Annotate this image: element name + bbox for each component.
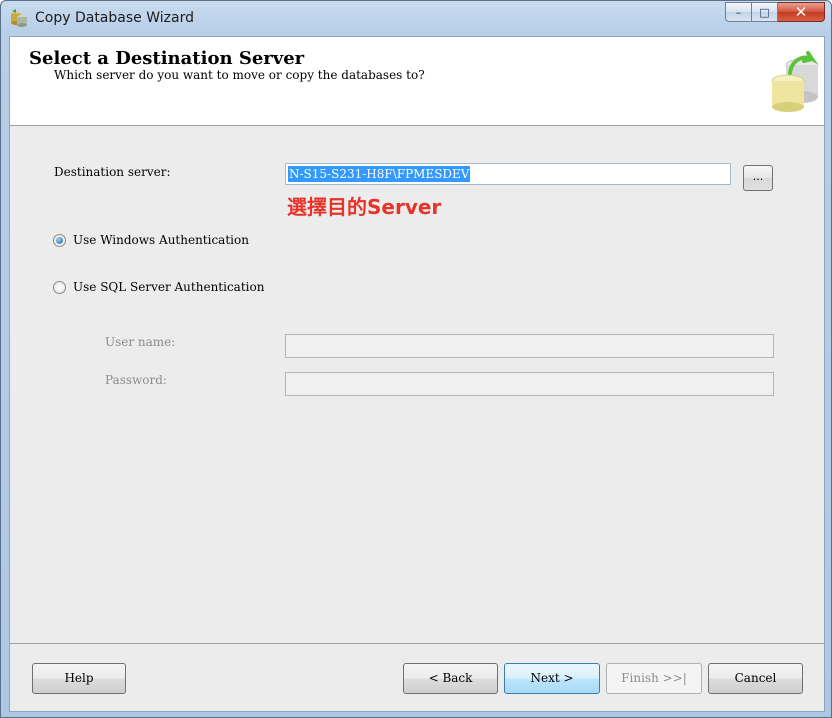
maximize-button[interactable]: □ <box>752 2 778 22</box>
finish-button[interactable]: Finish >>| <box>606 663 702 694</box>
page-subtitle: Which server do you want to move or copy… <box>54 68 425 82</box>
cancel-button[interactable]: Cancel <box>708 663 803 694</box>
page-title: Select a Destination Server <box>29 48 305 69</box>
footer-divider <box>10 643 824 644</box>
password-input[interactable] <box>285 372 774 396</box>
minimize-icon: – <box>735 5 742 19</box>
annotation-text: 選擇目的Server <box>287 195 442 219</box>
username-label: User name: <box>105 335 176 349</box>
copy-database-wizard-window: Copy Database Wizard – □ ✕ Select a Dest… <box>0 0 832 718</box>
windows-auth-label[interactable]: Use Windows Authentication <box>73 233 249 247</box>
wizard-client-area: Select a Destination Server Which server… <box>9 36 825 712</box>
next-button[interactable]: Next > <box>504 663 600 694</box>
maximize-icon: □ <box>759 5 770 19</box>
windows-auth-radio[interactable] <box>53 234 66 247</box>
caption-buttons: – □ ✕ <box>725 2 825 23</box>
browse-server-button[interactable]: ... <box>743 165 773 191</box>
help-button[interactable]: Help <box>32 663 126 694</box>
destination-server-value: N-S15-S231-H8F\FPMESDEV <box>288 166 471 182</box>
close-button[interactable]: ✕ <box>778 2 825 22</box>
password-label: Password: <box>105 373 167 387</box>
back-button[interactable]: < Back <box>403 663 498 694</box>
destination-server-input[interactable]: N-S15-S231-H8F\FPMESDEV <box>285 163 731 185</box>
wizard-header: Select a Destination Server Which server… <box>10 37 824 126</box>
minimize-button[interactable]: – <box>725 2 752 22</box>
database-copy-icon <box>771 51 819 112</box>
username-input[interactable] <box>285 334 774 358</box>
destination-server-label: Destination server: <box>54 165 171 179</box>
title-bar[interactable]: Copy Database Wizard – □ ✕ <box>1 1 831 35</box>
sql-auth-label[interactable]: Use SQL Server Authentication <box>73 280 264 294</box>
sql-auth-radio[interactable] <box>53 281 66 294</box>
wizard-app-icon <box>11 9 27 27</box>
close-icon: ✕ <box>794 3 808 21</box>
window-title: Copy Database Wizard <box>35 10 194 26</box>
